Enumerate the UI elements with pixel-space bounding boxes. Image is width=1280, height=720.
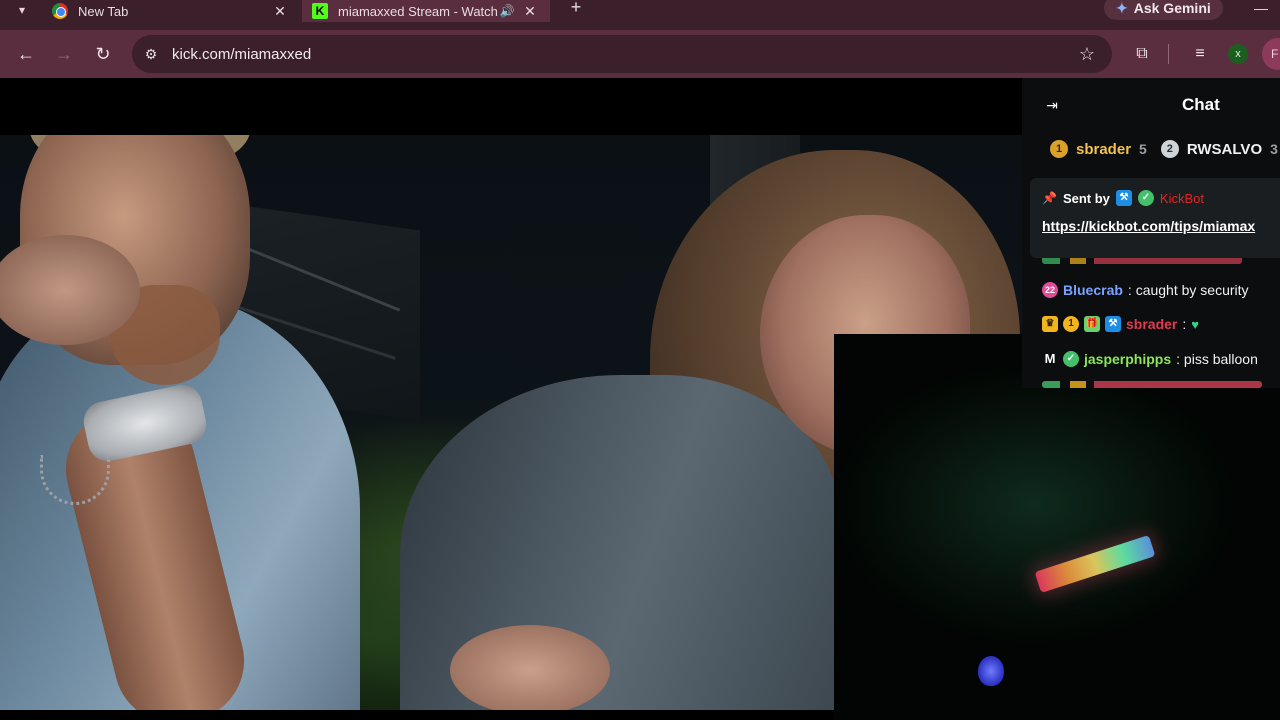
green-heart-emote-icon: ♥: [1191, 316, 1199, 332]
pinned-header: 📌 Sent by ⚒ ✓ KickBot: [1042, 190, 1204, 206]
gemini-sparkle-icon: ✦: [1116, 0, 1128, 16]
leaderboard-count: 3: [1270, 141, 1278, 157]
profile-avatar[interactable]: F: [1262, 38, 1280, 70]
tab-new-tab[interactable]: New Tab ✕: [42, 0, 300, 22]
rank-2-badge: 2: [1160, 140, 1179, 158]
tab-strip: ▾ New Tab ✕ K miamaxxed Stream - Watch 🔊…: [0, 0, 1280, 30]
chat-panel: ⇥ Chat 1 sbrader 5 2 RWSALVO 3 📌 Sent by…: [1022, 78, 1280, 388]
leaderboard-count: 5: [1139, 141, 1147, 157]
tab-close-icon[interactable]: ✕: [520, 3, 540, 20]
chat-message: 22 Bluecrab : caught by security: [1042, 278, 1249, 302]
new-tab-plus-icon[interactable]: +: [565, 0, 587, 16]
rank-1-badge: 1: [1050, 140, 1068, 158]
chat-message: M ✓ jasperphipps : piss balloon: [1042, 347, 1258, 371]
gift-badge-icon: 🎁: [1084, 316, 1100, 332]
moderator-badge-icon: ⚒: [1105, 316, 1121, 332]
extensions-puzzle-icon[interactable]: ⧉: [1130, 42, 1154, 66]
pinned-author[interactable]: KickBot: [1160, 191, 1204, 206]
chat-username[interactable]: jasperphipps: [1084, 351, 1171, 367]
kick-icon: K: [312, 3, 328, 19]
pinned-link[interactable]: https://kickbot.com/tips/miamax: [1042, 218, 1255, 234]
chat-text: : piss balloon: [1176, 351, 1258, 367]
tab-search-chevron-icon[interactable]: ▾: [8, 0, 36, 20]
chat-message: ♛ 1 🎁 ⚒ sbrader : ♥: [1042, 312, 1199, 336]
chat-text: : caught by security: [1127, 282, 1249, 298]
extension-avatar[interactable]: x: [1228, 44, 1248, 64]
leaderboard-user[interactable]: sbrader: [1076, 141, 1131, 158]
ask-gemini-label: Ask Gemini: [1133, 0, 1211, 16]
gift-leaderboard: 1 sbrader 5 2 RWSALVO 3: [1050, 140, 1280, 158]
chat-text: :: [1182, 316, 1187, 332]
leaderboard-user[interactable]: RWSALVO: [1187, 141, 1262, 158]
chat-username[interactable]: Bluecrab: [1063, 282, 1123, 298]
browser-toolbar: ← → ↻ ⚙ kick.com/miamaxxed ☆ ⧉ ≡ x F: [0, 30, 1280, 78]
chat-header: ⇥ Chat: [1022, 78, 1280, 132]
address-bar[interactable]: ⚙ kick.com/miamaxxed ☆: [132, 35, 1112, 73]
tab-title: New Tab: [78, 3, 129, 19]
toolbar-divider: [1168, 44, 1169, 64]
reload-icon[interactable]: ↻: [91, 42, 115, 66]
chrome-icon: [52, 3, 68, 19]
speaker-icon[interactable]: 🔊: [498, 4, 516, 18]
tab-close-icon[interactable]: ✕: [270, 3, 290, 20]
ask-gemini-button[interactable]: ✦ Ask Gemini: [1104, 0, 1223, 20]
chat-message-partial: [1042, 381, 1262, 388]
verified-badge-icon: ✓: [1063, 351, 1079, 367]
tab-kick-stream[interactable]: K miamaxxed Stream - Watch 🔊 ✕: [302, 0, 550, 22]
rgb-mouse-glow: [978, 656, 1004, 686]
picture-in-picture-overlay: [834, 334, 1280, 720]
verified-badge-icon: ✓: [1137, 190, 1154, 206]
tab-title: miamaxxed Stream - Watch: [338, 3, 498, 19]
subscriber-badge-icon: 22: [1042, 282, 1058, 298]
moderator-badge-icon: ⚒: [1115, 190, 1132, 206]
bookmark-star-icon[interactable]: ☆: [1076, 44, 1098, 65]
m-badge-icon: M: [1044, 351, 1056, 366]
chat-username[interactable]: sbrader: [1126, 316, 1177, 332]
video-woman-hand: [450, 625, 610, 710]
pinned-message[interactable]: 📌 Sent by ⚒ ✓ KickBot https://kickbot.co…: [1030, 178, 1280, 258]
sent-by-label: Sent by: [1062, 190, 1110, 206]
pin-icon: 📌: [1042, 191, 1057, 205]
site-info-icon[interactable]: ⚙: [142, 46, 160, 63]
kick-page: ⇥ Chat 1 sbrader 5 2 RWSALVO 3 📌 Sent by…: [0, 78, 1280, 720]
minimize-icon[interactable]: —: [1254, 0, 1274, 16]
gifter-rank-badge-icon: 1: [1063, 316, 1079, 332]
crown-badge-icon: ♛: [1042, 316, 1058, 332]
chat-title: Chat: [1182, 95, 1220, 114]
media-controls-icon[interactable]: ≡: [1188, 42, 1212, 66]
forward-arrow-icon[interactable]: →: [52, 42, 76, 66]
url-text[interactable]: kick.com/miamaxxed: [172, 46, 1076, 63]
collapse-chat-icon[interactable]: ⇥: [1042, 95, 1062, 115]
back-arrow-icon[interactable]: ←: [14, 42, 38, 66]
